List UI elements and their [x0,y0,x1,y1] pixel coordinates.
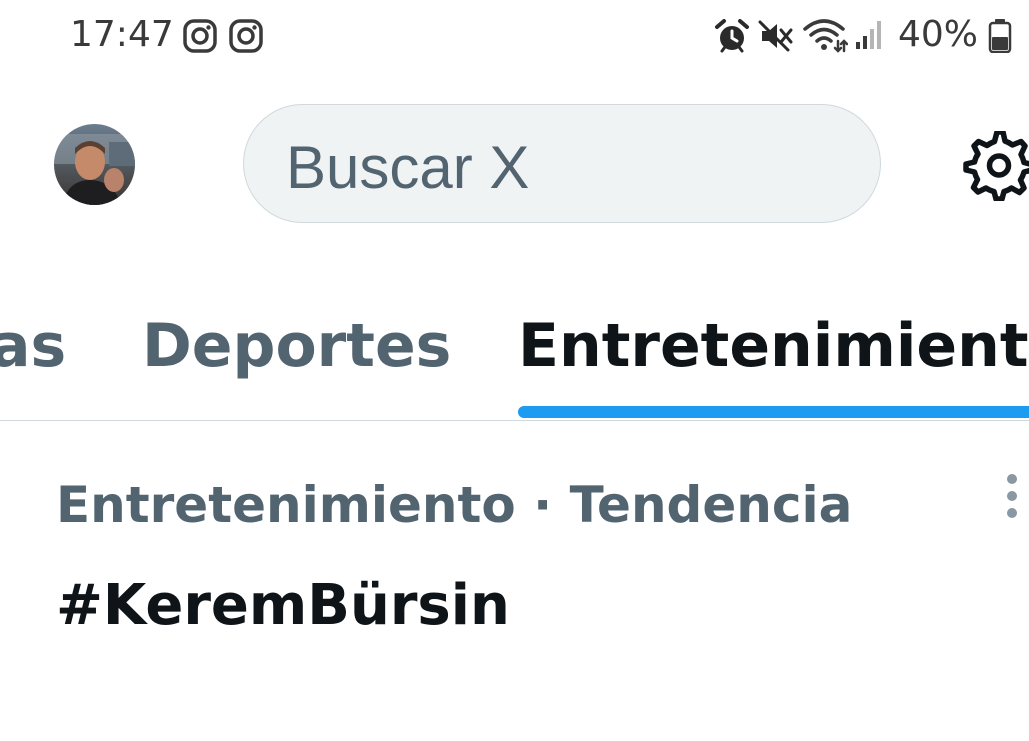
search-input[interactable]: Buscar X [243,104,881,223]
more-options-icon[interactable] [1004,474,1020,522]
avatar-image [54,124,135,205]
profile-avatar[interactable] [54,124,135,205]
battery-percent: 40% [898,14,979,55]
status-bar: 17:47 40% [0,0,1029,72]
mute-icon [758,20,793,52]
alarm-icon [715,19,749,53]
tab-partial[interactable]: as [0,310,66,382]
tab-deportes[interactable]: Deportes [142,310,451,382]
status-time: 17:47 [70,14,174,55]
battery-icon [988,19,1012,53]
instagram-icon [229,19,263,53]
tab-entretenimiento[interactable]: Entretenimiento [518,310,1029,382]
search-placeholder: Buscar X [286,134,530,201]
trend-title: #KeremBürsin [56,573,510,638]
tab-divider [0,420,1029,421]
wifi-icon [803,19,848,53]
signal-icon [856,21,881,49]
trend-meta: Entretenimiento · Tendencia [56,476,853,534]
app-screen: 17:47 40% Buscar X as Deportes Entreteni… [0,0,1029,741]
active-tab-indicator [518,406,1029,418]
instagram-icon [183,19,217,53]
gear-icon[interactable] [962,131,1029,201]
